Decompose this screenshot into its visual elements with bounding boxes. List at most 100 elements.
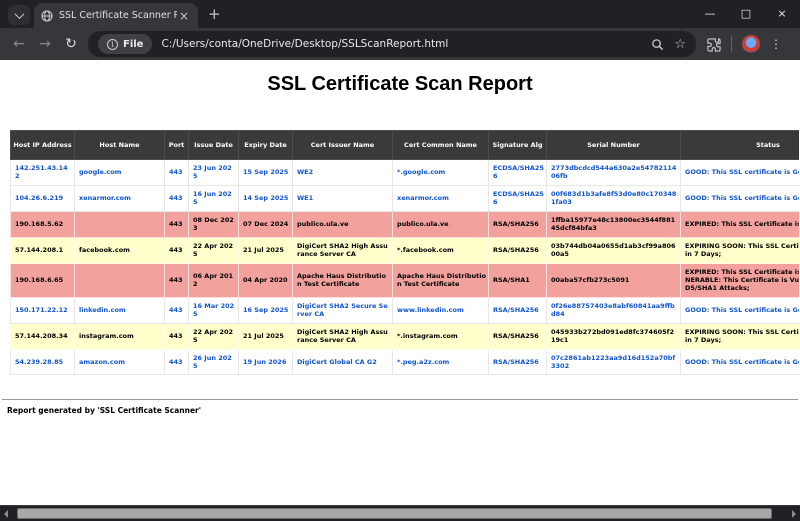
- menu-kebab-icon[interactable]: ⋮: [770, 37, 782, 51]
- browser-titlebar: SSL Certificate Scanner Report × + — □ ×: [0, 0, 800, 28]
- bookmark-star-icon[interactable]: ☆: [674, 37, 686, 52]
- cell-expiry_date: 14 Sep 2025: [238, 184, 293, 212]
- cell-status: EXPIRING SOON: This SSL Certificate Expi…: [680, 322, 799, 350]
- cell-port: 443: [164, 262, 189, 298]
- tab-search-button[interactable]: [8, 5, 30, 25]
- extensions-puzzle-icon[interactable]: [706, 37, 721, 52]
- cell-port: 443: [164, 296, 189, 324]
- minimize-button[interactable]: —: [692, 0, 728, 28]
- cell-host: [74, 210, 165, 238]
- cell-status: GOOD: This SSL certificate is Good: [680, 184, 799, 212]
- new-tab-button[interactable]: +: [208, 5, 221, 23]
- cell-issue_date: 22 Apr 2025: [188, 236, 239, 264]
- column-header-sig_alg: Signature Alg: [488, 130, 547, 160]
- back-button[interactable]: ←: [6, 36, 32, 52]
- cell-port: 443: [164, 348, 189, 376]
- column-header-common_name: Cert Common Name: [392, 130, 489, 160]
- ssl-scan-table: Host IP Address Host Name Port Issue Date Ex…: [10, 130, 799, 376]
- horizontal-scrollbar[interactable]: [0, 505, 800, 521]
- maximize-button[interactable]: □: [728, 0, 764, 28]
- cell-expiry_date: 21 Jul 2025: [238, 236, 293, 264]
- cell-expiry_date: 07 Dec 2024: [238, 210, 293, 238]
- tab-title: SSL Certificate Scanner Report: [59, 10, 177, 21]
- address-bar[interactable]: i File C:/Users/conta/OneDrive/Desktop/S…: [88, 31, 696, 57]
- table-row: 54.239.28.85 amazon.com 443 26 Jun 2025 19 J…: [10, 348, 799, 376]
- scrollbar-thumb[interactable]: [17, 508, 772, 519]
- cell-port: 443: [164, 184, 189, 212]
- cell-sig_alg: ECDSA/SHA256: [488, 184, 547, 212]
- table-row: 104.26.6.219 xenarmor.com 443 16 Jun 2025 14…: [10, 184, 799, 212]
- cell-status: EXPIRED: This SSL Certificate is Expired…: [680, 262, 799, 298]
- cell-issuer: DigiCert SHA2 High Assurance Server CA: [292, 322, 393, 350]
- globe-favicon-icon: [41, 9, 53, 22]
- scroll-left-arrow-icon[interactable]: [4, 510, 8, 518]
- cell-status: EXPIRED: This SSL Certificate is Expired…: [680, 210, 799, 238]
- cell-issuer: publico.ula.ve: [292, 210, 393, 238]
- cell-serial: 00aba57cfb273c5091: [546, 262, 681, 298]
- cell-host: amazon.com: [74, 348, 165, 376]
- cell-common_name: www.linkedin.com: [392, 296, 489, 324]
- column-header-serial: Serial Number: [546, 130, 681, 160]
- table-row: 190.168.6.65 443 06 Apr 2012 04 Apr 2020 Apa…: [10, 262, 799, 298]
- table-row: 57.144.208.34 instagram.com 443 22 Apr 2025…: [10, 322, 799, 350]
- cell-issuer: DigiCert Global CA G2: [292, 348, 393, 376]
- cell-ip: 190.168.5.62: [10, 210, 75, 238]
- cell-sig_alg: RSA/SHA256: [488, 236, 547, 264]
- cell-status: GOOD: This SSL certificate is Good: [680, 348, 799, 376]
- cell-common_name: publico.ula.ve: [392, 210, 489, 238]
- column-header-host: Host Name: [74, 130, 165, 160]
- close-button[interactable]: ×: [764, 0, 800, 28]
- cell-ip: 57.144.208.34: [10, 322, 75, 350]
- column-header-expiry_date: Expiry Date: [238, 130, 293, 160]
- cell-status: GOOD: This SSL certificate is Good: [680, 159, 799, 186]
- table-row: 150.171.22.12 linkedin.com 443 16 Mar 2025 1…: [10, 296, 799, 324]
- window-controls: — □ ×: [692, 0, 800, 28]
- footer-divider: [2, 399, 798, 401]
- reload-button[interactable]: ↻: [58, 36, 84, 52]
- browser-toolbar: ← → ↻ i File C:/Users/conta/OneDrive/Des…: [0, 28, 800, 60]
- cell-serial: 03b744db04a0655d1ab3cf99a80600a5: [546, 236, 681, 264]
- column-header-port: Port: [164, 130, 189, 160]
- cell-common_name: *.peg.a2z.com: [392, 348, 489, 376]
- cell-issue_date: 22 Apr 2025: [188, 322, 239, 350]
- report-footer: Report generated by 'SSL Certificate Sca…: [7, 406, 202, 416]
- zoom-indicator-icon[interactable]: [651, 38, 664, 51]
- cell-issue_date: 16 Jun 2025: [188, 184, 239, 212]
- page-title: SSL Certificate Scan Report: [267, 73, 533, 95]
- forward-button[interactable]: →: [32, 36, 58, 52]
- file-chip-label: File: [123, 38, 144, 50]
- cell-issue_date: 26 Jun 2025: [188, 348, 239, 376]
- cell-common_name: *.instagram.com: [392, 322, 489, 350]
- cell-ip: 57.144.208.1: [10, 236, 75, 264]
- tab-close-icon[interactable]: ×: [177, 9, 191, 23]
- cell-expiry_date: 19 Jun 2026: [238, 348, 293, 376]
- browser-tab[interactable]: SSL Certificate Scanner Report ×: [34, 3, 198, 28]
- cell-host: xenarmor.com: [74, 184, 165, 212]
- cell-issue_date: 16 Mar 2025: [188, 296, 239, 324]
- cell-serial: 045933b272bd091ed8fc374605f219c1: [546, 322, 681, 350]
- file-scheme-chip[interactable]: i File: [98, 34, 153, 54]
- cell-serial: 1ffba15977e48c13800ec3544f88145dcf84bfa3: [546, 210, 681, 238]
- cell-sig_alg: RSA/SHA256: [488, 348, 547, 376]
- cell-sig_alg: RSA/SHA256: [488, 296, 547, 324]
- cell-sig_alg: RSA/SHA256: [488, 322, 547, 350]
- cell-expiry_date: 16 Sep 2025: [238, 296, 293, 324]
- table-row: 190.168.5.62 443 08 Dec 2023 07 Dec 2024 pub…: [10, 210, 799, 238]
- cell-port: 443: [164, 159, 189, 186]
- cell-ip: 150.171.22.12: [10, 296, 75, 324]
- cell-issuer: DigiCert SHA2 High Assurance Server CA: [292, 236, 393, 264]
- profile-avatar[interactable]: [742, 35, 760, 53]
- cell-host: linkedin.com: [74, 296, 165, 324]
- cell-common_name: xenarmor.com: [392, 184, 489, 212]
- chevron-down-icon: [14, 8, 24, 19]
- cell-sig_alg: RSA/SHA1: [488, 262, 547, 298]
- cell-sig_alg: ECDSA/SHA256: [488, 159, 547, 186]
- cell-host: google.com: [74, 159, 165, 186]
- cell-ip: 54.239.28.85: [10, 348, 75, 376]
- table-row: 142.251.43.142 google.com 443 23 Jun 2025 15…: [10, 159, 799, 186]
- page-content: SSL Certificate Scan Report Host IP Addr…: [0, 60, 800, 505]
- cell-common_name: *.facebook.com: [392, 236, 489, 264]
- scroll-right-arrow-icon[interactable]: [792, 510, 796, 518]
- cell-serial: 0f26e88757403e8abf60841aa9ffbd84: [546, 296, 681, 324]
- cell-issuer: Apache Haus Distribution Test Certificat…: [292, 262, 393, 298]
